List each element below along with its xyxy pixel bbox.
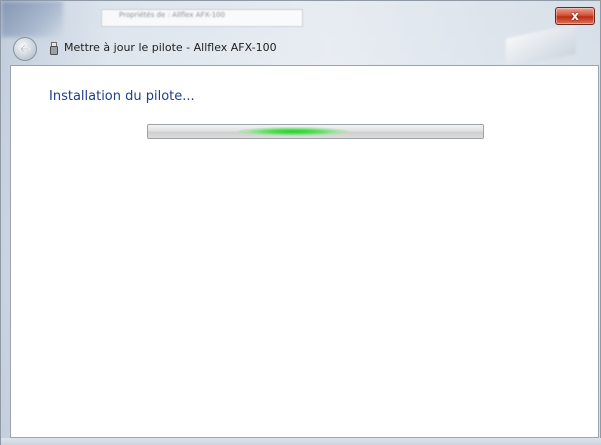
back-button[interactable] xyxy=(13,37,37,61)
window-title: Mettre à jour le pilote - Allflex AFX-10… xyxy=(64,41,277,54)
close-button[interactable]: x xyxy=(555,7,595,25)
window-bottom-edge xyxy=(1,438,601,445)
usb-device-icon xyxy=(50,42,58,55)
close-icon: x xyxy=(571,9,579,23)
progress-marquee xyxy=(238,127,348,136)
content-panel: Installation du pilote... xyxy=(10,65,599,438)
window-frame: Propriétés de : Allflex AFX-100 x Mettre… xyxy=(0,0,601,445)
page-heading: Installation du pilote... xyxy=(49,89,195,104)
background-window-fragment-right xyxy=(506,23,576,69)
back-arrow-icon xyxy=(19,44,31,54)
progress-bar xyxy=(147,124,484,139)
background-window-title: Propriétés de : Allflex AFX-100 xyxy=(119,11,225,19)
background-window-fragment xyxy=(1,1,63,37)
